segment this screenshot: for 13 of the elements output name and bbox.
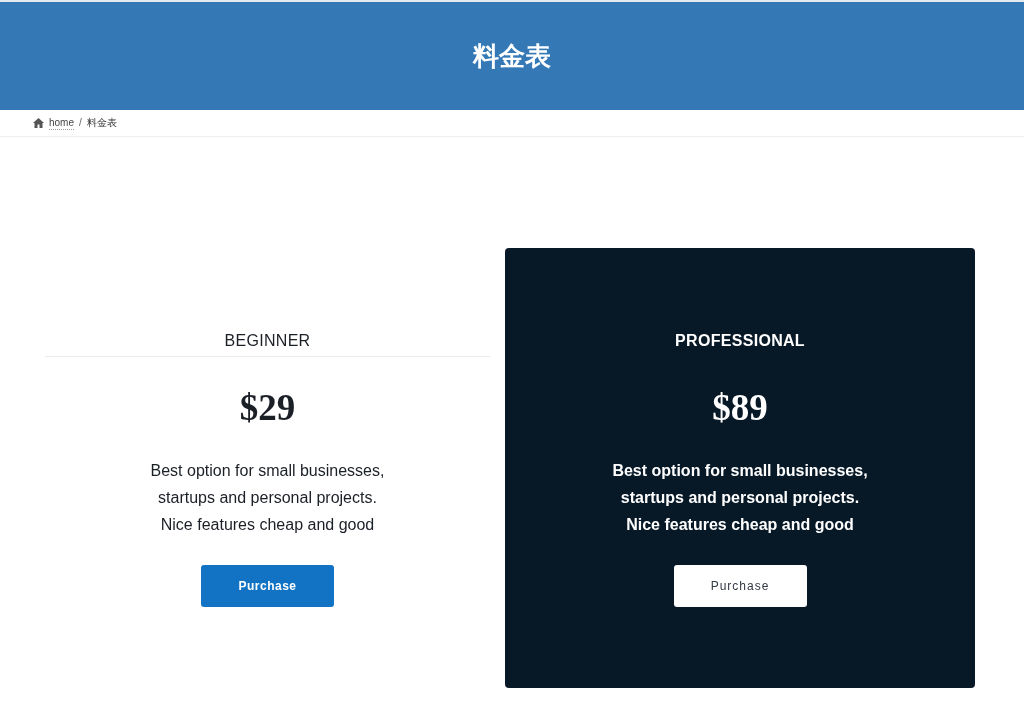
plan-name: PROFESSIONAL [675,331,805,351]
purchase-button[interactable]: Purchase [201,565,334,607]
plan-name: BEGINNER [224,331,311,351]
home-icon [33,118,44,128]
page-title: 料金表 [473,40,551,72]
plan-description: Best option for small businesses, startups and personal projects. Nice features cheap and good [612,461,868,535]
plan-description: Best option for small businesses, startups and personal projects. Nice features cheap and good [150,461,385,535]
plan-price: $29 [239,386,296,430]
breadcrumb-separator: / [79,117,82,129]
purchase-button[interactable]: Purchase [673,565,807,607]
current-page-label: 料金表 [86,117,117,129]
plan-price: $89 [712,386,768,430]
home-link[interactable]: home [49,116,74,130]
